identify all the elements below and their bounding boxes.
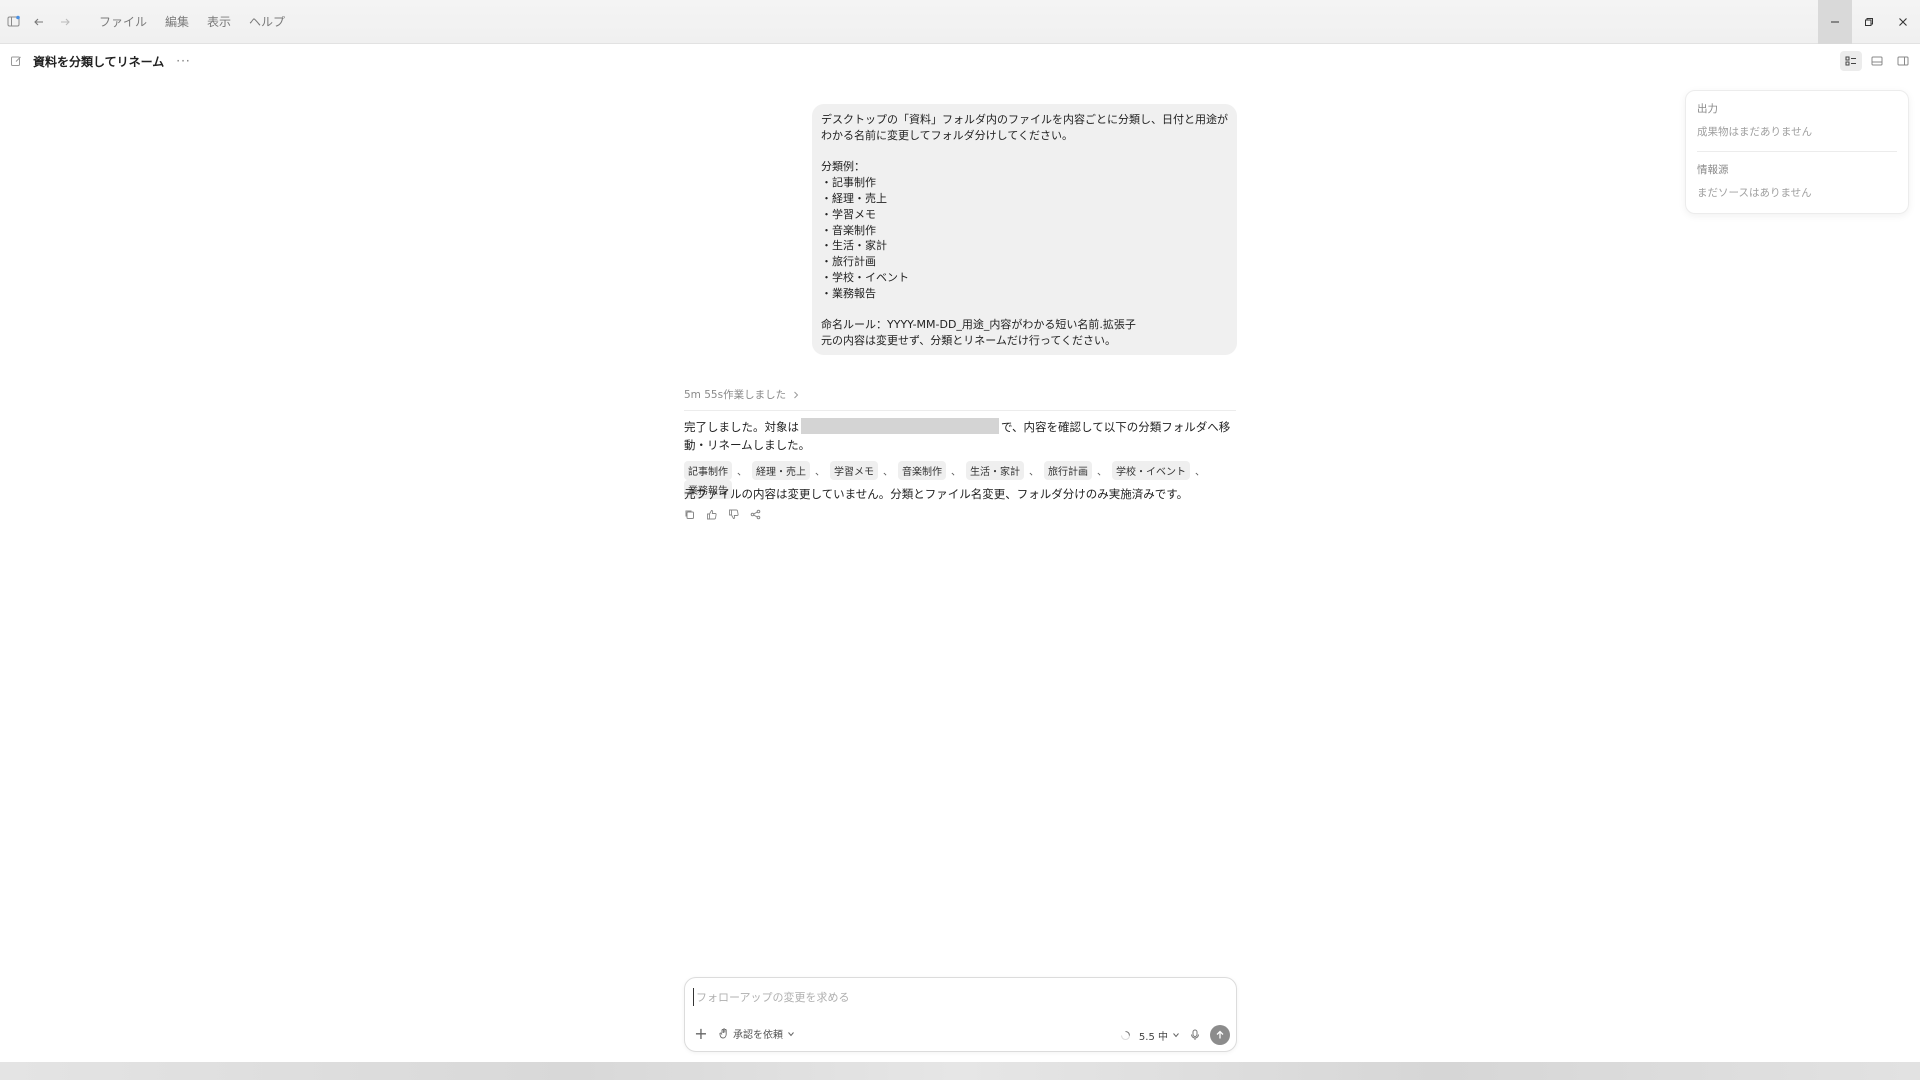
task-panel-toggle-icon[interactable] (1840, 51, 1862, 71)
send-button[interactable] (1210, 1025, 1230, 1045)
menu-file[interactable]: ファイル (90, 9, 156, 34)
chat-header: 資料を分類してリネーム ··· (0, 48, 1920, 74)
output-sources-panel: 出力 成果物はまだありません 情報源 まだソースはありません (1685, 90, 1909, 214)
terminal-panel-icon[interactable] (1866, 51, 1888, 71)
tag-item: 記事制作 (684, 461, 732, 480)
minimize-button[interactable] (1818, 0, 1852, 44)
tag-separator: 、 (883, 467, 893, 478)
copy-icon[interactable] (682, 507, 696, 521)
model-selector[interactable]: 5.5 中 (1139, 1028, 1180, 1043)
sources-empty-text: まだソースはありません (1697, 187, 1812, 199)
thumbs-down-icon[interactable] (726, 507, 740, 521)
chat-title: 資料を分類してリネーム (33, 54, 165, 69)
nav-controls (2, 11, 76, 33)
composer-right-controls: 5.5 中 (1120, 1025, 1230, 1045)
assistant-closing: 元ファイルの内容は変更していません。分類とファイル名変更、フォルダ分けのみ実施済… (684, 487, 1189, 501)
composer: + 承認を依頼 5.5 中 (684, 977, 1237, 1052)
back-arrow-icon[interactable] (28, 11, 50, 33)
share-icon[interactable] (748, 507, 762, 521)
loading-spinner-icon (1120, 1030, 1130, 1040)
chevron-down-icon (1173, 1033, 1179, 1038)
title-bar: ファイル 編集 表示 ヘルプ (0, 0, 1920, 44)
follow-up-input[interactable] (693, 988, 1223, 1006)
model-label: 5.5 中 (1138, 1031, 1168, 1043)
more-options-button[interactable]: ··· (176, 54, 190, 68)
assistant-text-before: 完了しました。対象は (684, 420, 799, 434)
restore-button[interactable] (1852, 0, 1886, 44)
sources-title: 情報源 (1697, 164, 1729, 176)
approval-label: 承認を依頼 (733, 1030, 783, 1041)
redacted-block (801, 418, 999, 434)
add-attachment-button[interactable]: + (693, 1024, 709, 1043)
window-controls (1818, 0, 1920, 44)
message-actions (682, 507, 762, 521)
chevron-right-icon (794, 391, 799, 398)
hand-icon (719, 1028, 727, 1039)
tag-item: 生活・家計 (966, 461, 1024, 480)
tag-separator: 、 (1195, 467, 1205, 478)
menu-edit[interactable]: 編集 (156, 9, 198, 34)
tag-item: 旅行計画 (1044, 461, 1092, 480)
desktop-background-strip (0, 1062, 1920, 1080)
menu-view[interactable]: 表示 (198, 9, 240, 34)
new-chat-icon[interactable] (5, 50, 27, 72)
tag-separator: 、 (737, 467, 747, 478)
work-summary-label: 5m 55s作業しました (684, 389, 787, 401)
assistant-message: 完了しました。対象は で、内容を確認して以下の分類フォルダへ移動・リネームしました… (684, 418, 1236, 454)
arrow-up-icon (1216, 1030, 1224, 1039)
side-panel-icon[interactable] (1892, 51, 1914, 71)
approval-mode-dropdown[interactable]: 承認を依頼 (719, 1026, 795, 1041)
close-button[interactable] (1886, 0, 1920, 44)
tag-item: 学習メモ (830, 461, 878, 480)
user-message-bubble: デスクトップの「資料」フォルダ内のファイルを内容ごとに分類し、日付と用途がわかる… (812, 104, 1237, 355)
output-title: 出力 (1697, 103, 1718, 115)
tag-separator: 、 (815, 467, 825, 478)
forward-arrow-icon[interactable] (54, 11, 76, 33)
output-empty-text: 成果物はまだありません (1697, 126, 1813, 138)
work-summary[interactable]: 5m 55s作業しました (684, 387, 1236, 411)
panel-divider (1697, 151, 1897, 152)
tag-separator: 、 (951, 467, 961, 478)
view-toggles (1840, 48, 1914, 74)
menu-bar: ファイル 編集 表示 ヘルプ (90, 9, 294, 34)
tag-separator: 、 (1097, 467, 1107, 478)
tag-item: 学校・イベント (1112, 461, 1190, 480)
microphone-icon[interactable] (1188, 1028, 1202, 1042)
tag-item: 音楽制作 (898, 461, 946, 480)
thumbs-up-icon[interactable] (704, 507, 718, 521)
tag-item: 経理・売上 (752, 461, 810, 480)
chevron-down-icon (788, 1031, 794, 1036)
composer-left-controls: + 承認を依頼 (693, 1024, 795, 1043)
menu-help[interactable]: ヘルプ (240, 9, 294, 34)
sidebar-toggle-icon[interactable] (2, 11, 24, 33)
tag-separator: 、 (1029, 467, 1039, 478)
